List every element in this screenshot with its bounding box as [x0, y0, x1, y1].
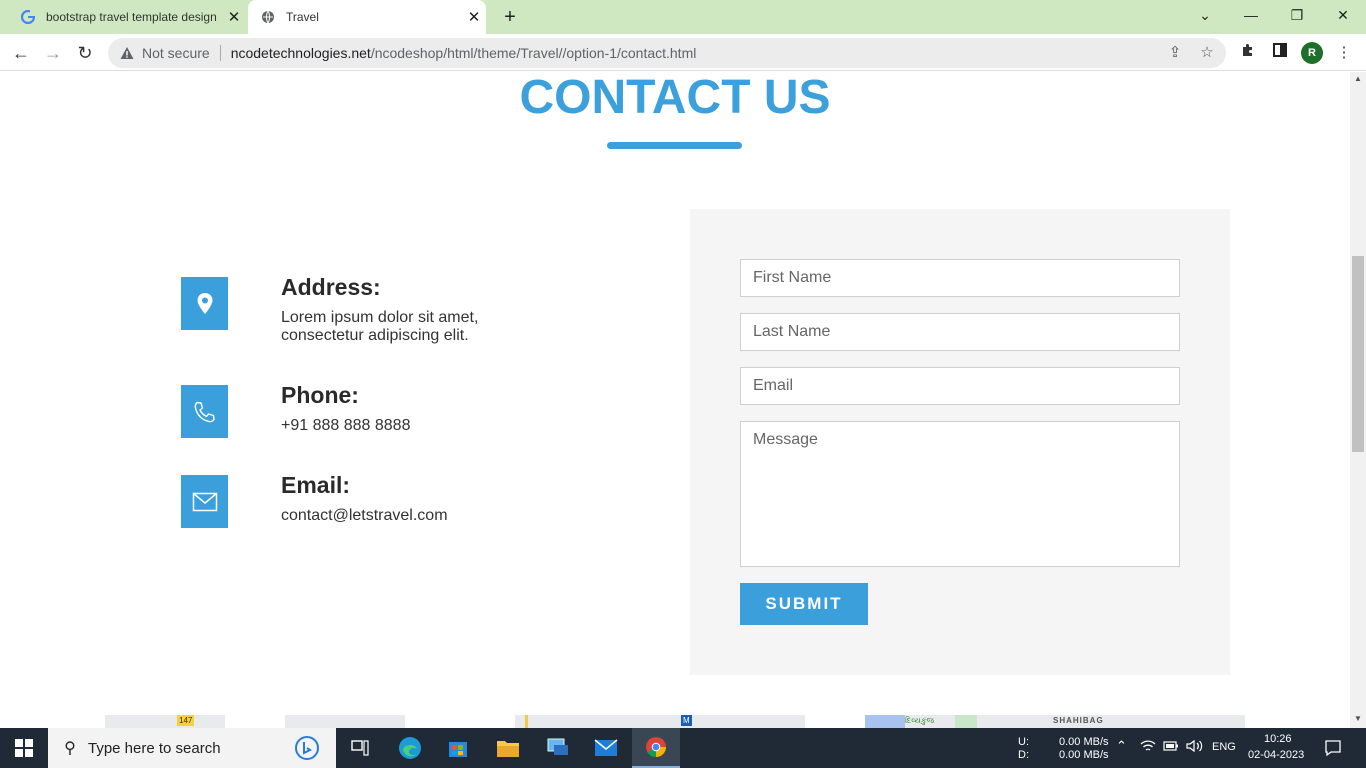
message-textarea[interactable]: [740, 421, 1180, 567]
address-title: Address:: [281, 274, 381, 300]
wifi-icon[interactable]: [1140, 739, 1156, 768]
share-icon[interactable]: ⇪: [1166, 44, 1184, 62]
new-tab-button[interactable]: +: [498, 5, 522, 29]
url-path: /ncodeshop/html/theme/Travel//option-1/c…: [370, 45, 697, 61]
globe-icon: [260, 9, 276, 25]
address-line: Lorem ipsum dolor sit amet,: [281, 309, 479, 326]
tab-strip: bootstrap travel template design ✕ Trave…: [0, 0, 1366, 34]
store-icon[interactable]: [434, 728, 482, 768]
envelope-icon: [181, 475, 228, 528]
phone-icon: [181, 385, 228, 438]
upload-speed: 0.00 MB/s: [1059, 736, 1109, 748]
first-name-input[interactable]: [740, 259, 1180, 297]
battery-icon[interactable]: [1163, 740, 1179, 768]
close-tab-icon[interactable]: ✕: [222, 8, 246, 26]
close-tab-icon[interactable]: ✕: [462, 8, 486, 26]
tab-bootstrap-travel[interactable]: bootstrap travel template design ✕: [8, 0, 246, 34]
url-text[interactable]: ncodetechnologies.net/ncodeshop/html/the…: [231, 45, 697, 61]
download-speed: 0.00 MB/s: [1059, 749, 1109, 761]
map-pin-icon: [181, 277, 228, 330]
forward-icon[interactable]: →: [40, 40, 66, 66]
close-window-button[interactable]: ✕: [1320, 0, 1366, 30]
tab-title: bootstrap travel template design: [46, 10, 217, 24]
map-area-label: SHAHIBAG: [1053, 716, 1104, 725]
page-viewport: CONTACT US Address: Lorem ipsum dolor si…: [0, 72, 1350, 728]
map-park: [955, 715, 977, 728]
edge-icon[interactable]: [386, 728, 434, 768]
url-host: ncodetechnologies.net: [230, 45, 371, 61]
submit-button[interactable]: SUBMIT: [740, 583, 868, 625]
chrome-icon[interactable]: [632, 728, 680, 768]
page-title: CONTACT US: [519, 72, 831, 124]
google-icon: [20, 9, 36, 25]
chevron-up-icon[interactable]: ⌃: [1116, 738, 1127, 768]
minimize-button[interactable]: —: [1228, 0, 1274, 30]
title-underline: [607, 142, 742, 149]
notifications-icon[interactable]: [1324, 739, 1342, 768]
map-road: [405, 715, 515, 728]
address-bar[interactable]: Not secure ncodetechnologies.net/ncodesh…: [108, 38, 1226, 68]
reload-icon[interactable]: ↻: [72, 40, 98, 66]
embedded-map[interactable]: 147 M દિવ્યકુંજ SHAHIBAG: [105, 715, 1245, 728]
bing-icon[interactable]: [294, 736, 320, 764]
email-title: Email:: [281, 472, 351, 498]
address-text: Lorem ipsum dolor sit amet, consectetur …: [281, 309, 541, 345]
scroll-down-icon[interactable]: ▼: [1350, 712, 1366, 726]
tab-title: Travel: [286, 10, 319, 24]
divider: [219, 45, 221, 61]
task-view-icon[interactable]: [336, 728, 384, 768]
extensions-icon[interactable]: [1237, 42, 1259, 64]
mail-icon[interactable]: [582, 728, 630, 768]
language-indicator[interactable]: ENG: [1212, 741, 1236, 768]
profile-avatar[interactable]: R: [1301, 42, 1323, 64]
phone-text[interactable]: +91 888 888 8888: [281, 417, 541, 435]
upload-label: U:: [1018, 736, 1029, 748]
address-line: consectetur adipiscing elit.: [281, 327, 469, 344]
map-road: [805, 715, 865, 728]
file-explorer-icon[interactable]: [484, 728, 532, 768]
search-icon: ⚲: [64, 740, 76, 757]
windows-start-icon[interactable]: [0, 728, 48, 768]
map-highway: [525, 715, 528, 728]
metro-icon: M: [681, 715, 692, 726]
browser-toolbar: ← → ↻ Not secure ncodetechnologies.net/n…: [0, 34, 1366, 71]
map-road: [225, 715, 285, 728]
download-label: D:: [1018, 749, 1029, 761]
menu-kebab-icon[interactable]: ⋮: [1333, 42, 1355, 64]
email-text[interactable]: contact@letstravel.com: [281, 507, 541, 525]
taskbar-search[interactable]: ⚲ Type here to search: [48, 728, 336, 768]
clock-date: 02-04-2023: [1248, 749, 1305, 761]
phone-title: Phone:: [281, 382, 359, 408]
restore-button[interactable]: ❐: [1274, 0, 1320, 30]
scroll-up-icon[interactable]: ▲: [1350, 72, 1366, 86]
contact-form: SUBMIT: [690, 209, 1230, 675]
clock[interactable]: 10:26 02-04-2023: [1248, 728, 1308, 768]
remote-desktop-icon[interactable]: [534, 728, 582, 768]
map-place-label: દિવ્યકુંજ: [905, 716, 935, 725]
clock-time: 10:26: [1264, 733, 1292, 745]
warning-icon[interactable]: [120, 46, 134, 60]
email-input[interactable]: [740, 367, 1180, 405]
map-water: [865, 715, 905, 728]
scrollbar-thumb[interactable]: [1352, 256, 1364, 452]
volume-icon[interactable]: [1186, 739, 1204, 768]
search-placeholder: Type here to search: [88, 739, 221, 757]
map-route-badge: 147: [177, 715, 195, 726]
last-name-input[interactable]: [740, 313, 1180, 351]
tab-search-icon[interactable]: ⌄: [1182, 0, 1228, 30]
bookmark-star-icon[interactable]: ☆: [1198, 44, 1216, 62]
back-icon[interactable]: ←: [8, 40, 34, 66]
side-panel-icon[interactable]: [1269, 42, 1291, 64]
security-label[interactable]: Not secure: [142, 45, 210, 61]
tab-travel[interactable]: Travel ✕: [248, 0, 486, 34]
taskbar: ⚲ Type here to search U: D: 0.00 MB/s 0.…: [0, 728, 1366, 768]
